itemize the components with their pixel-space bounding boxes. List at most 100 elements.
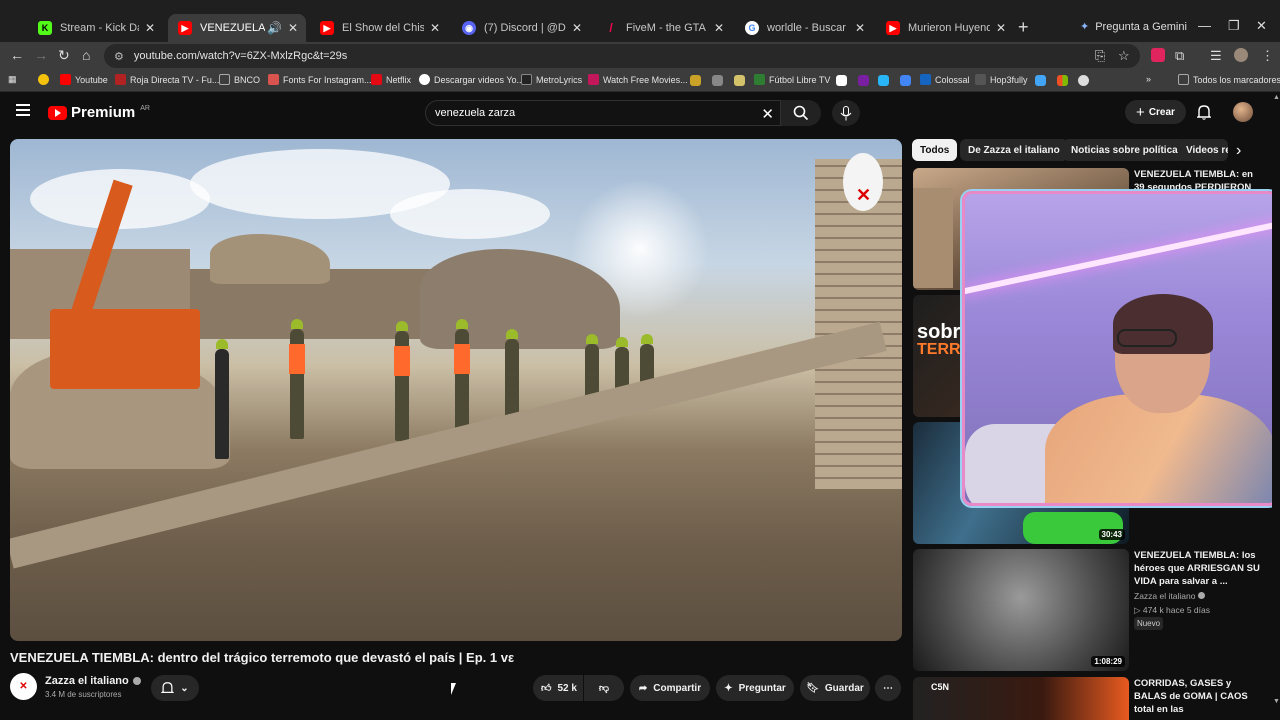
more-bookmarks-icon[interactable]: » xyxy=(1146,74,1151,84)
youtube-premium-logo[interactable]: Premium AR xyxy=(48,104,150,121)
bookmark-icon[interactable] xyxy=(734,75,745,86)
create-button[interactable]: + Crear xyxy=(1125,100,1186,124)
close-tab-icon[interactable]: ✕ xyxy=(430,21,440,35)
video-scene-vest xyxy=(454,344,470,374)
extension-icon[interactable] xyxy=(1151,48,1165,62)
recommendation-thumbnail[interactable]: C5N xyxy=(913,677,1129,720)
minimize-icon[interactable]: — xyxy=(1198,18,1211,33)
recommendation-title[interactable]: CORRIDAS, GASES y BALAS de GOMA | CAOS t… xyxy=(1134,677,1262,716)
restore-icon[interactable]: ❐ xyxy=(1228,18,1240,34)
more-actions-button[interactable]: ⋯ xyxy=(875,675,901,701)
install-app-icon[interactable]: ⎘ xyxy=(1095,48,1105,64)
notifications-button[interactable] xyxy=(1196,104,1212,125)
channel-avatar[interactable]: ✕ xyxy=(10,673,37,700)
close-window-icon[interactable]: ✕ xyxy=(1256,18,1267,34)
bookmarks-bar: ▦ Youtube Roja Directa TV - Fu... BNCO F… xyxy=(0,70,1280,92)
bookmark-descargar-videos[interactable]: Descargar videos Yo... xyxy=(419,74,524,85)
channel-watermark-logo[interactable] xyxy=(843,153,883,211)
scroll-down-icon[interactable]: ▼ xyxy=(1273,698,1280,705)
address-bar[interactable]: ⚙ youtube.com/watch?v=6ZX-MxlzRgc&t=29s xyxy=(104,44,1140,68)
bookmark-youtube[interactable]: Youtube xyxy=(60,74,108,85)
profile-avatar[interactable] xyxy=(1234,48,1248,62)
bookmark-icon[interactable] xyxy=(836,75,847,86)
tab-kick-dashboard[interactable]: K Stream - Kick Dashboard ✕ xyxy=(28,14,163,42)
extensions-puzzle-icon[interactable]: ⧉ xyxy=(1175,48,1184,64)
close-tab-icon[interactable]: ✕ xyxy=(714,21,724,35)
close-tab-icon[interactable]: ✕ xyxy=(288,21,298,35)
account-avatar[interactable] xyxy=(1233,102,1253,122)
apps-grid-icon[interactable]: ▦ xyxy=(8,74,17,85)
recommendation-title[interactable]: VENEZUELA TIEMBLA: los héroes que ARRIES… xyxy=(1134,549,1262,588)
chip-politics-news[interactable]: Noticias sobre política xyxy=(1063,139,1186,161)
bookmark-star-icon[interactable]: ☆ xyxy=(1118,48,1130,64)
chip-todos[interactable]: Todos xyxy=(912,139,958,161)
all-bookmarks-folder[interactable]: Todos los marcadores xyxy=(1178,74,1280,85)
clear-search-icon[interactable]: ✕ xyxy=(761,105,774,123)
search-input[interactable]: venezuela zarza ✕ xyxy=(425,100,781,126)
video-player[interactable] xyxy=(10,139,902,641)
tab-discord[interactable]: ◉ (7) Discord | @Daiii ✕ xyxy=(452,14,590,42)
save-button[interactable]: 🔖︎ Guardar xyxy=(800,675,870,701)
new-tab-button[interactable]: + xyxy=(1018,17,1029,38)
chip-related-videos[interactable]: Videos re xyxy=(1178,139,1228,161)
bookmark-fonts-instagram[interactable]: Fonts For Instagram... xyxy=(268,74,372,85)
bookmark-bnco[interactable]: BNCO xyxy=(219,74,260,85)
globe-icon[interactable] xyxy=(1078,75,1089,86)
ask-button[interactable]: ✦ Preguntar xyxy=(716,675,794,701)
speaker-icon[interactable]: 🔊 xyxy=(267,21,282,35)
forward-icon[interactable]: → xyxy=(34,47,48,63)
tab-fivem[interactable]: / FiveM - the GTA V multiplay ✕ xyxy=(594,14,732,42)
bookmark-netflix[interactable]: Netflix xyxy=(371,74,411,85)
bookmark-futbol-libre[interactable]: Fútbol Libre TV xyxy=(754,74,830,85)
tab-search-icon[interactable]: ☰ xyxy=(1210,48,1222,64)
chip-channel[interactable]: De Zazza el italiano xyxy=(960,139,1068,161)
back-icon[interactable]: ← xyxy=(10,47,24,63)
close-tab-icon[interactable]: ✕ xyxy=(855,21,865,35)
channel-name[interactable]: Zazza el italiano xyxy=(45,675,141,687)
bookmark-icon[interactable] xyxy=(878,75,889,86)
bookmark-hop3fully[interactable]: Hop3fully xyxy=(975,74,1028,85)
search-button[interactable] xyxy=(781,100,821,126)
bookmark-colossal[interactable]: Colossal xyxy=(920,74,970,85)
tab-murieron-huyendo[interactable]: ▶ Murieron Huyendo de Alg ✕ xyxy=(876,14,1014,42)
bookmark-icon[interactable] xyxy=(712,75,723,86)
bookmark-icon[interactable] xyxy=(1035,75,1046,86)
scroll-up-icon[interactable]: ▲ xyxy=(1273,94,1280,101)
tab-worldle-google[interactable]: G worldle - Buscar con Goog ✕ xyxy=(735,14,873,42)
page-scrollbar[interactable]: ▲ ▼ xyxy=(1272,92,1280,720)
chevron-right-icon[interactable]: › xyxy=(1236,142,1241,160)
bookmark-icon[interactable] xyxy=(690,75,701,86)
close-tab-icon[interactable]: ✕ xyxy=(145,21,155,35)
home-icon[interactable]: ⌂ xyxy=(82,47,90,63)
bookmark-icon[interactable] xyxy=(900,75,911,86)
subscription-bell-button[interactable]: ⌄ xyxy=(151,675,199,701)
plus-icon: + xyxy=(1136,103,1145,121)
close-tab-icon[interactable]: ✕ xyxy=(572,21,582,35)
like-button[interactable]: 👍︎ 52 k xyxy=(533,675,583,701)
recommendation-thumbnail[interactable]: 1:08:29 xyxy=(913,549,1129,671)
more-menu-icon[interactable]: ⋮ xyxy=(1261,48,1274,64)
dislike-button[interactable]: 👎︎ xyxy=(584,675,624,701)
gemini-button[interactable]: ✦ Pregunta a Gemini xyxy=(1080,20,1187,34)
close-tab-icon[interactable]: ✕ xyxy=(996,21,1006,35)
site-info-icon[interactable]: ⚙ xyxy=(114,50,124,63)
tab-show-del-chiste[interactable]: ▶ El Show del Chiste - VIDEO ✕ xyxy=(310,14,448,42)
recommendation-channel[interactable]: Zazza el italiano xyxy=(1134,591,1205,601)
browser-tab-strip: K Stream - Kick Dashboard ✕ ▶ VENEZUELA … xyxy=(0,0,1280,42)
tab-title: FiveM - the GTA V multiplay xyxy=(626,22,708,34)
reload-icon[interactable]: ↻ xyxy=(58,47,70,64)
bookmark-metrolyrics[interactable]: MetroLyrics xyxy=(521,74,582,85)
microsoft-icon[interactable] xyxy=(1057,75,1068,86)
thumbnail-text: C5N xyxy=(931,682,950,692)
bookmark-roja-directa[interactable]: Roja Directa TV - Fu... xyxy=(115,74,219,85)
browser-toolbar: ← → ↻ ⌂ ⚙ youtube.com/watch?v=6ZX-MxlzRg… xyxy=(0,42,1280,70)
bookmark-watch-free-movies[interactable]: Watch Free Movies... xyxy=(588,74,688,85)
tab-title: VENEZUELA TIEMBLA: xyxy=(200,22,265,34)
tab-venezuela-tiembla[interactable]: ▶ VENEZUELA TIEMBLA: 🔊 ✕ xyxy=(168,14,306,42)
bookmark-emoji[interactable] xyxy=(38,74,49,85)
bookmark-icon[interactable] xyxy=(858,75,869,86)
hamburger-menu-icon[interactable] xyxy=(16,104,30,116)
thumbs-up-icon: 👍︎ xyxy=(541,683,552,694)
voice-search-button[interactable] xyxy=(832,100,860,126)
share-button[interactable]: ➦ Compartir xyxy=(630,675,710,701)
